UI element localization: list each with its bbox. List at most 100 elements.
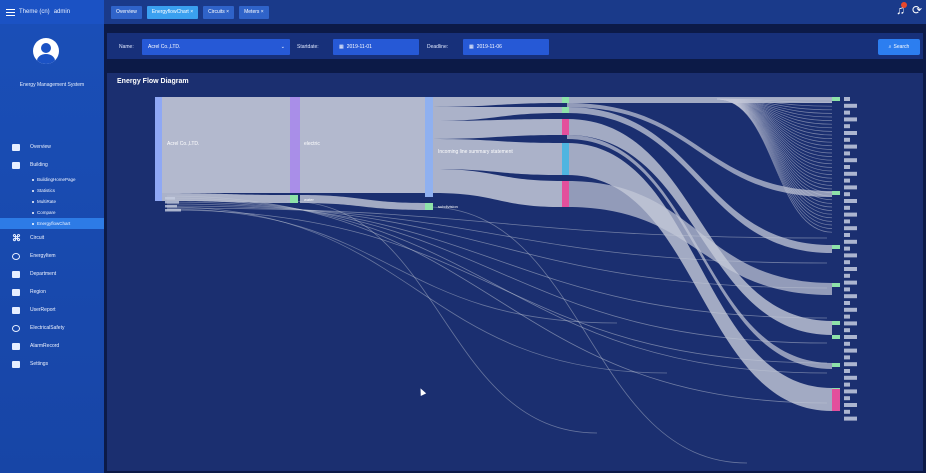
node-right [832,363,840,367]
node-label-bar [844,389,857,394]
node-label-bar [844,294,857,299]
node-label-bar [844,233,850,237]
thin-link [716,98,833,143]
sidebar-item-label: Circuit [30,235,45,241]
tab-circuits[interactable]: Circuits × [203,5,235,19]
report-icon [12,306,20,314]
menu-icon[interactable] [6,8,15,16]
node-label-bar [844,103,857,108]
building-icon [12,161,20,169]
node-label-bar [844,396,850,401]
node-label-subdivision: subdivision [438,204,458,209]
node-subdivision [425,203,433,210]
search-button[interactable]: ⌕ Search [878,39,920,55]
theme-label[interactable]: Theme (cn) [19,9,50,15]
sidebar-subitem-label: EnergyflowChart [37,221,71,226]
thin-link [166,207,828,239]
sidebar-item-overview[interactable]: Overview [0,138,104,156]
node-label-bar [844,409,850,414]
name-select[interactable]: Acrel Co.,LTD. ⌄ [142,39,290,55]
tab-energyflowchart[interactable]: EnergyflowChart × [146,5,199,19]
node-label-summary: Incoming line summary statement [438,149,513,155]
notification-badge [900,2,907,8]
node-label-bar [844,212,857,217]
startdate-value: 2019-11-01 [346,44,372,50]
sidebar-subitem-label: Statistics [37,188,56,193]
search-button-label: Search [893,44,910,50]
node-label-bar [844,301,850,305]
node-label-bar [844,314,850,319]
system-name: Energy Management System [19,82,85,88]
sidebar-item-alarmrecord[interactable]: AlarmRecord [0,337,104,355]
node-label-bar [844,110,850,115]
sidebar-subitem-multirate[interactable]: MultiRate [0,196,104,207]
sidebar-subitem-buildinghomepage[interactable]: BuildingHomePage [0,174,104,185]
node-label-bar [844,267,857,271]
flow-link [433,119,562,139]
bell-icon[interactable]: ♫ [896,2,907,16]
tab-overview[interactable]: Overview [111,5,142,19]
node-label-bar [844,205,850,210]
sidebar-item-userreport[interactable]: UserReport [0,301,104,319]
node-summary [425,97,433,197]
user-label[interactable]: admin [54,9,70,15]
node-small [562,143,569,175]
sidebar-item-label: Region [30,289,46,295]
node-acrel [155,97,162,201]
sidebar-item-department[interactable]: Department [0,265,104,283]
sidebar-item-energyitem[interactable]: EnergyItem [0,247,104,265]
node-electric [290,97,300,193]
node-label-bar [844,246,850,251]
flow-link [433,97,562,107]
bullet-icon [32,211,34,214]
node-label-acrel: Acrel Co.,LTD. [167,141,199,147]
node-label-bar [844,137,850,142]
sidebar-item-building[interactable]: Building [0,156,104,174]
thin-link [286,200,598,434]
tab-meters[interactable]: Meters × [239,5,269,19]
startdate-field[interactable]: ▦ 2019-11-01 [333,39,419,55]
node-label-bar [844,131,857,135]
energy-icon [12,252,20,260]
thin-link [166,208,618,324]
node-label-bar [165,197,175,200]
node-label-bar [844,158,857,163]
sidebar-item-region[interactable]: Region [0,283,104,301]
node-water [290,195,298,203]
thin-link [166,206,668,374]
top-tab-bar: Overview EnergyflowChart × Circuits × Me… [104,0,926,24]
refresh-icon[interactable]: ⟳ [912,4,922,16]
sidebar-subitem-label: BuildingHomePage [37,177,76,182]
deadline-field[interactable]: ▦ 2019-11-06 [463,39,549,55]
bullet-icon [32,178,34,181]
sidebar-item-circuit[interactable]: ⌘ Circuit [0,229,104,247]
deadline-value: 2019-11-06 [476,44,502,50]
node-label-bar [844,239,857,244]
sidebar-subitem-energyflowchart[interactable]: EnergyflowChart [0,218,104,229]
node-label-bar [844,362,857,367]
sidebar-item-label: ElectricalSafety [30,325,65,331]
circuit-icon: ⌘ [12,232,21,243]
node-label-bar [844,348,857,353]
flow-link [433,107,562,121]
sidebar-subitem-compare[interactable]: Compare [0,207,104,218]
top-icons: ♫ ⟳ [896,2,922,16]
node-label-bar [844,328,850,333]
sidebar-item-label: Overview [30,144,51,150]
sidebar-item-electricalsafety[interactable]: ElectricalSafety [0,319,104,337]
sidebar-item-settings[interactable]: Settings [0,355,104,373]
node-label-bar [844,375,857,380]
sidebar-item-label: Building [30,162,48,168]
calendar-icon: ▦ [339,44,344,50]
node-small [562,97,569,103]
node-small [562,107,569,113]
sidebar: Theme (cn) admin Energy Management Syste… [0,0,104,473]
bullet-icon [32,222,34,225]
node-label-bar [844,199,857,203]
avatar[interactable] [33,38,59,64]
node-label-bar [844,165,850,169]
node-label-bar [165,201,179,204]
sidebar-subitem-statistics[interactable]: Statistics [0,185,104,196]
node-label-bar [844,280,857,285]
node-label-bar [844,124,850,129]
